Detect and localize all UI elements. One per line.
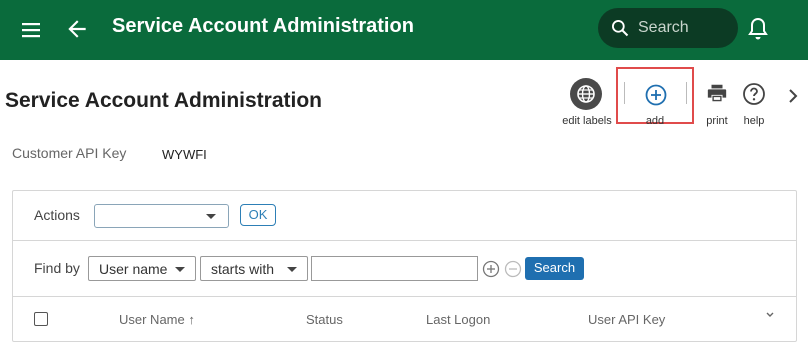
help-button[interactable]: help bbox=[740, 78, 768, 130]
print-button[interactable]: print bbox=[702, 78, 732, 130]
find-field-value: User name bbox=[99, 261, 168, 277]
app-bar: Service Account Administration Search bbox=[0, 0, 808, 60]
divider bbox=[12, 240, 797, 241]
toolbar-divider bbox=[686, 82, 687, 104]
ok-button[interactable]: OK bbox=[240, 204, 276, 226]
find-operator-select[interactable]: starts with bbox=[200, 256, 308, 281]
print-label: print bbox=[706, 115, 728, 127]
chevron-down-icon bbox=[175, 267, 185, 272]
edit-labels-button[interactable]: edit labels bbox=[560, 78, 614, 130]
chevron-down-icon bbox=[206, 214, 216, 219]
global-search[interactable]: Search bbox=[598, 8, 738, 48]
search-icon bbox=[612, 20, 629, 37]
globe-icon bbox=[570, 78, 602, 110]
plus-circle-icon bbox=[645, 84, 667, 106]
column-header-user-name[interactable]: User Name ↑ bbox=[119, 312, 195, 327]
app-title: Service Account Administration bbox=[112, 15, 414, 37]
search-button[interactable]: Search bbox=[525, 257, 584, 280]
column-header-user-api-key[interactable]: User API Key bbox=[588, 312, 665, 327]
actions-select[interactable] bbox=[94, 204, 229, 228]
back-arrow-icon[interactable] bbox=[64, 16, 90, 42]
add-criteria-icon[interactable] bbox=[482, 260, 500, 278]
bell-icon[interactable] bbox=[746, 16, 770, 42]
search-placeholder: Search bbox=[638, 19, 689, 36]
printer-icon bbox=[707, 84, 727, 102]
actions-label: Actions bbox=[34, 207, 80, 223]
menu-icon[interactable] bbox=[20, 18, 44, 42]
help-label: help bbox=[743, 115, 765, 127]
customer-api-key-label: Customer API Key bbox=[12, 145, 127, 161]
edit-labels-label: edit labels bbox=[562, 115, 612, 127]
add-label: add bbox=[645, 115, 665, 127]
help-icon bbox=[743, 83, 765, 105]
page-title: Service Account Administration bbox=[5, 89, 323, 112]
chevron-right-icon[interactable] bbox=[786, 86, 800, 106]
find-value-input[interactable] bbox=[311, 256, 478, 281]
remove-criteria-icon[interactable] bbox=[504, 260, 522, 278]
column-header-status[interactable]: Status bbox=[306, 312, 343, 327]
chevron-down-icon[interactable] bbox=[765, 310, 775, 320]
chevron-down-icon bbox=[287, 267, 297, 272]
select-all-checkbox[interactable] bbox=[34, 312, 48, 326]
add-button[interactable]: add bbox=[616, 67, 694, 127]
customer-api-key-value: WYWFI bbox=[162, 147, 207, 162]
divider bbox=[12, 296, 797, 297]
find-by-label: Find by bbox=[34, 260, 80, 276]
find-operator-value: starts with bbox=[211, 261, 275, 277]
find-field-select[interactable]: User name bbox=[88, 256, 196, 281]
column-header-last-logon[interactable]: Last Logon bbox=[426, 312, 490, 327]
